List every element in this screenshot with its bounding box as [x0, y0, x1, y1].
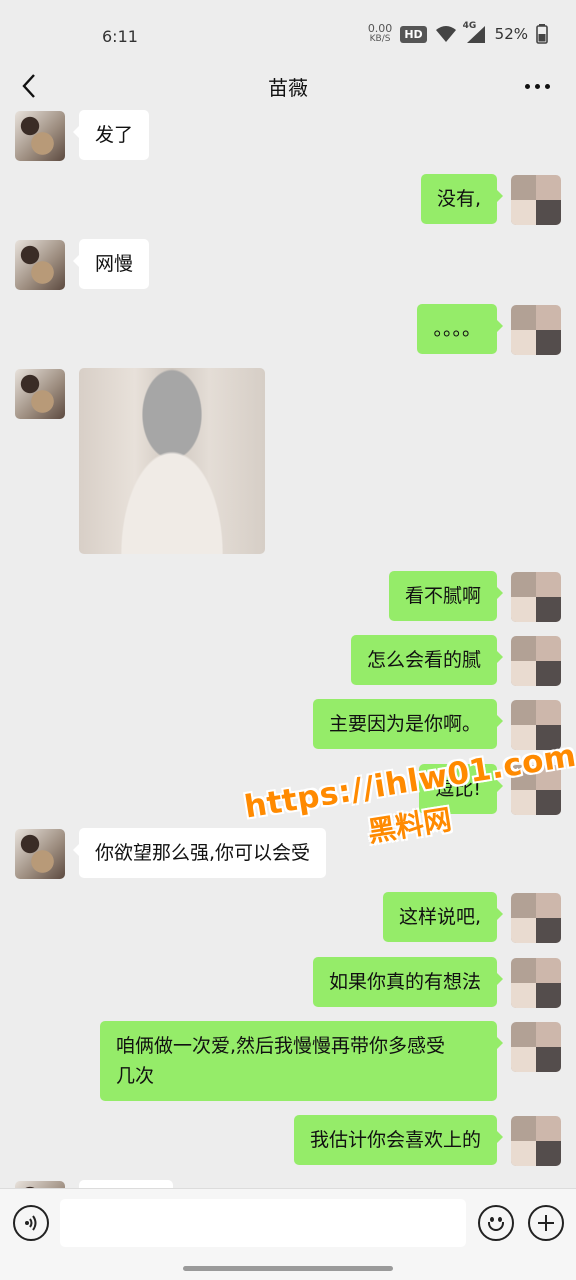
plus-button[interactable]: [528, 1205, 564, 1241]
more-dots-icon: [524, 83, 550, 89]
my-avatar[interactable]: [511, 893, 561, 943]
message-bubble[interactable]: 没有,: [420, 174, 504, 224]
network-speed-value: 0.00: [367, 22, 393, 35]
my-avatar[interactable]: [511, 636, 561, 686]
status-time: 6:11: [102, 27, 138, 46]
home-indicator[interactable]: [183, 1266, 393, 1271]
contact-avatar[interactable]: [15, 829, 65, 879]
contact-avatar[interactable]: [15, 240, 65, 290]
network-speed-unit: KB/S: [369, 34, 391, 44]
wifi-icon: [435, 26, 456, 42]
my-avatar[interactable]: [511, 305, 561, 355]
message-bubble[interactable]: 。。。。: [417, 304, 503, 354]
message-bubble[interactable]: 如果你真的有想法: [312, 957, 504, 1007]
status-bar: 6:11 0.00 KB/S HD 4G 52%: [0, 0, 576, 62]
message-bubble[interactable]: 咱俩做一次爱,然后我慢慢再带你多感受 几次: [100, 1021, 503, 1101]
my-avatar[interactable]: [511, 572, 561, 622]
battery-icon: [536, 24, 548, 44]
signal-label: 4G: [462, 21, 477, 31]
my-avatar[interactable]: [511, 765, 561, 815]
signal-icon: 4G: [462, 21, 487, 44]
hd-badge: HD: [400, 25, 427, 43]
network-speed: 0.00 KB/S: [367, 22, 393, 44]
message-bubble[interactable]: 主要因为是你啊。: [312, 699, 504, 749]
message-bubble-partial[interactable]: [79, 1180, 173, 1188]
message-input[interactable]: [60, 1199, 466, 1247]
photo-message[interactable]: [79, 368, 265, 554]
chat-title: 苗薇: [268, 76, 308, 100]
message-bubble[interactable]: 怎么会看的腻: [350, 635, 504, 685]
voice-button[interactable]: [13, 1205, 49, 1241]
more-button[interactable]: [520, 72, 554, 100]
emoji-button[interactable]: [478, 1205, 514, 1241]
chat-header: 苗薇: [0, 62, 576, 110]
message-bubble[interactable]: 这样说吧,: [382, 892, 504, 942]
my-avatar[interactable]: [511, 700, 561, 750]
voice-icon: [25, 1215, 37, 1231]
my-avatar[interactable]: [511, 175, 561, 225]
contact-avatar[interactable]: [15, 369, 65, 419]
message-bubble[interactable]: 发了: [72, 110, 150, 160]
contact-avatar[interactable]: [15, 111, 65, 161]
chat-area[interactable]: 发了 没有, 网慢 。。。。 看不腻啊 怎么会看的腻 主要因为是你啊。 逗比! …: [0, 110, 576, 1188]
contact-avatar[interactable]: [15, 1181, 65, 1188]
battery-percent: 52%: [494, 25, 528, 43]
my-avatar[interactable]: [511, 1116, 561, 1166]
message-bubble[interactable]: 看不腻啊: [388, 571, 504, 621]
message-bubble[interactable]: 我估计你会喜欢上的: [293, 1115, 504, 1165]
my-avatar[interactable]: [511, 958, 561, 1008]
my-avatar[interactable]: [511, 1022, 561, 1072]
status-icons: 0.00 KB/S HD 4G 52%: [367, 21, 548, 44]
message-bubble[interactable]: 网慢: [72, 239, 150, 289]
message-bubble[interactable]: 你欲望那么强,你可以会受: [72, 828, 327, 878]
message-bubble[interactable]: 逗比!: [419, 764, 503, 814]
